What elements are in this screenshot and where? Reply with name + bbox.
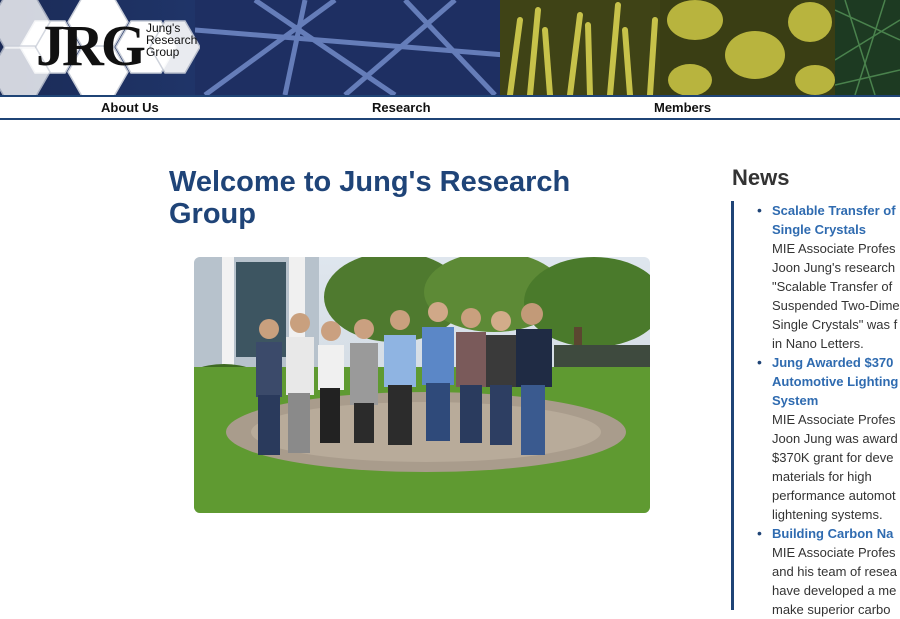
news-text-line: in Nano Letters.	[772, 336, 864, 351]
news-item: Scalable Transfer of Single Crystals MIE…	[754, 201, 900, 353]
logo-subtitle: Jung's Research Group	[146, 22, 206, 58]
news-item-link[interactable]: Jung Awarded $370 Automotive Lighting Sy…	[772, 353, 900, 410]
logo-letters: JRG	[36, 13, 146, 78]
nanorod-array-image	[500, 0, 660, 95]
main-nav: About Us Research Members	[0, 95, 900, 120]
news-item: Building Carbon Na MIE Associate Profes …	[754, 524, 900, 619]
news-text-line: "Scalable Transfer of	[772, 279, 893, 294]
news-text-line: Suspended Two-Dime	[772, 298, 900, 313]
news-list: Scalable Transfer of Single Crystals MIE…	[754, 201, 900, 619]
page-title: Welcome to Jung's Research Group	[169, 166, 571, 230]
news-title-line: System	[772, 393, 819, 408]
news-title-line: Jung Awarded $370	[772, 355, 894, 370]
news-text-line: MIE Associate Profes	[772, 545, 896, 560]
news-text-line: MIE Associate Profes	[772, 241, 896, 256]
news-text-line: Joon Jung's research	[772, 260, 896, 275]
news-title-line: Scalable Transfer of	[772, 203, 896, 218]
fiber-mesh-image	[835, 0, 900, 95]
news-text-line: materials for high	[772, 469, 872, 484]
nanoparticle-image	[660, 0, 835, 95]
news-title-line: Single Crystals	[772, 222, 866, 237]
nav-research[interactable]: Research	[372, 100, 431, 115]
news-divider	[731, 201, 734, 610]
news-text-line: and his team of resea	[772, 564, 898, 579]
news-item-link[interactable]: Scalable Transfer of Single Crystals	[772, 201, 900, 239]
news-text-line: MIE Associate Profes	[772, 412, 896, 427]
nanowire-network-image	[195, 0, 505, 95]
news-item-link[interactable]: Building Carbon Na	[772, 524, 900, 543]
nav-about-us[interactable]: About Us	[101, 100, 159, 115]
nav-members[interactable]: Members	[654, 100, 711, 115]
news-text-line: Single Crystals" was f	[772, 317, 898, 332]
logo-sub-line: Group	[146, 45, 180, 59]
news-text-line: $370K grant for deve	[772, 450, 894, 465]
news-text-line: lightening systems.	[772, 507, 883, 522]
news-text-line: Joon Jung was award	[772, 431, 898, 446]
group-photo	[194, 257, 650, 513]
news-item: Jung Awarded $370 Automotive Lighting Sy…	[754, 353, 900, 524]
header-banner: JRG Jung's Research Group	[0, 0, 900, 95]
news-heading: News	[732, 165, 790, 190]
news-title-line: Automotive Lighting	[772, 374, 899, 389]
news-title-line: Building Carbon Na	[772, 526, 894, 541]
news-text-line: performance automot	[772, 488, 896, 503]
news-text-line: have developed a me	[772, 583, 897, 598]
